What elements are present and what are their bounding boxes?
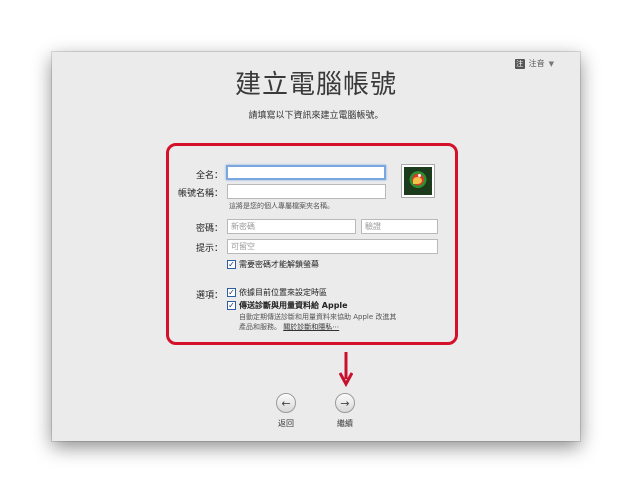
continue-label: 繼續 <box>337 419 353 428</box>
parrot-beak <box>413 177 422 184</box>
timezone-checkbox-row[interactable]: ✓ 依據目前位置來設定時區 <box>227 287 327 298</box>
password-hint-label: 提示： <box>195 244 223 254</box>
down-arrow-annotation-icon <box>339 352 353 387</box>
page-subtitle: 請填寫以下資訊來建立電腦帳號。 <box>248 111 384 121</box>
account-name-label: 帳號名稱： <box>177 189 223 199</box>
forward-arrow-icon: → <box>335 393 355 413</box>
back-label: 返回 <box>278 419 294 428</box>
back-arrow-icon: ← <box>276 393 296 413</box>
timezone-checkbox[interactable]: ✓ <box>227 288 236 297</box>
back-button[interactable]: ← 返回 <box>266 393 306 429</box>
full-name-field[interactable] <box>226 165 386 180</box>
diagnostics-description: 自動定期傳送診斷和用量資料來協助 Apple 改進其 產品和服務。 關於診斷和隱… <box>239 312 419 332</box>
account-form-highlight: 全名： 帳號名稱： 這將是您的個人專屬檔案夾名稱。 密碼： 新密碼 驗證 提示：… <box>166 143 458 345</box>
parrot-eye <box>418 174 421 177</box>
diagnostics-checkbox-row[interactable]: ✓ 傳送診斷與用量資料給 Apple <box>227 300 348 311</box>
account-name-field[interactable] <box>227 184 386 199</box>
setup-window: 注 注音 ▼ 建立電腦帳號 請填寫以下資訊來建立電腦帳號。 全名： 帳號名稱： … <box>52 52 580 441</box>
account-name-hint: 這將是您的個人專屬檔案夾名稱。 <box>229 202 334 210</box>
require-password-checkbox[interactable]: ✓ <box>227 260 236 269</box>
require-password-label: 需要密碼才能解鎖螢幕 <box>239 260 319 269</box>
require-password-checkbox-row[interactable]: ✓ 需要密碼才能解鎖螢幕 <box>227 259 319 270</box>
password-label: 密碼： <box>195 224 223 234</box>
options-label: 選項： <box>195 291 223 301</box>
diagnostics-privacy-link[interactable]: 關於診斷和隱私⋯ <box>283 323 339 331</box>
full-name-label: 全名： <box>195 171 223 181</box>
diagnostics-checkbox[interactable]: ✓ <box>227 301 236 310</box>
continue-button[interactable]: → 繼續 <box>325 393 365 429</box>
diagnostics-description-line1: 自動定期傳送診斷和用量資料來協助 Apple 改進其 <box>239 313 397 321</box>
timezone-label: 依據目前位置來設定時區 <box>239 288 327 297</box>
user-picture-avatar[interactable] <box>402 165 434 197</box>
diagnostics-label: 傳送診斷與用量資料給 Apple <box>239 301 348 310</box>
diagnostics-description-line2: 產品和服務。 <box>239 323 281 331</box>
page-title: 建立電腦帳號 <box>234 70 397 100</box>
new-password-field[interactable]: 新密碼 <box>227 219 356 234</box>
verify-password-field[interactable]: 驗證 <box>361 219 438 234</box>
password-hint-field[interactable]: 可留空 <box>227 239 438 254</box>
